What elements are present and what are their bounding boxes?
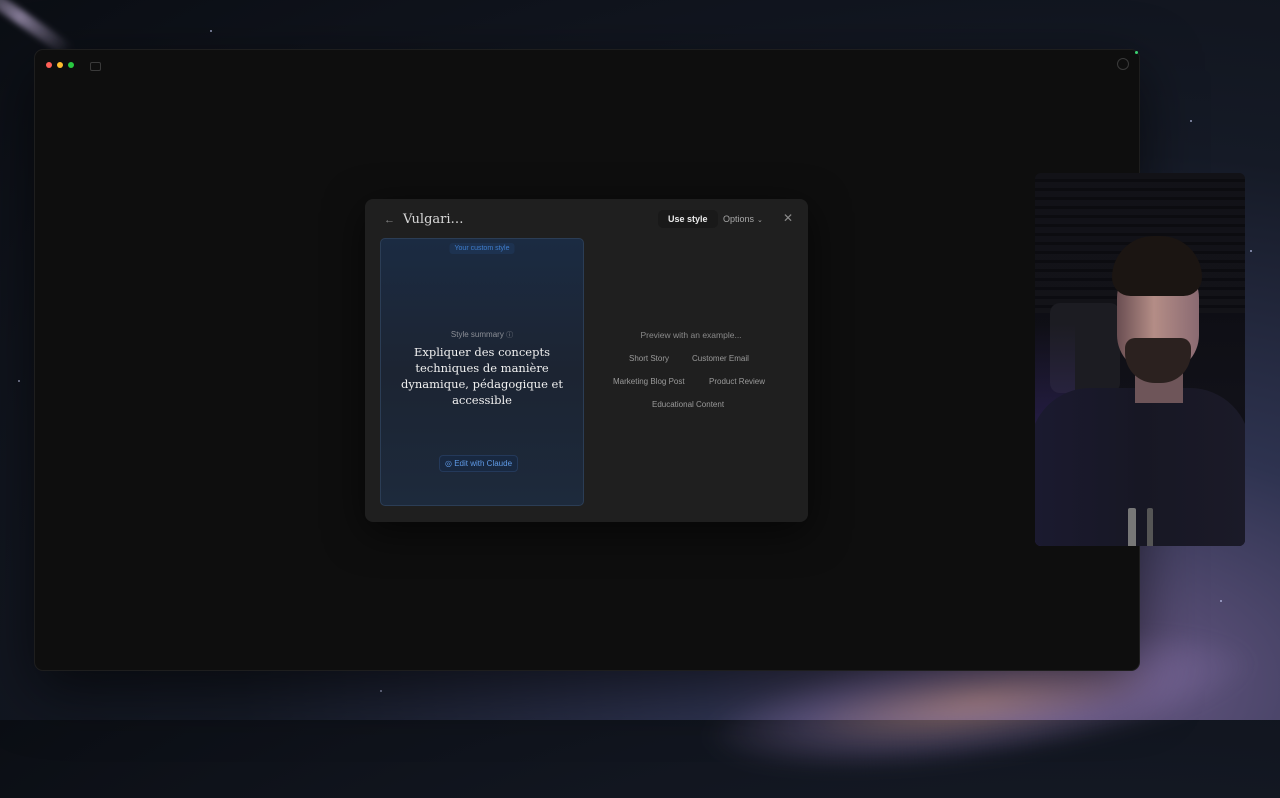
maximize-window-button[interactable] <box>68 62 74 68</box>
example-educational-content[interactable]: Educational Content <box>652 400 724 409</box>
back-arrow-icon[interactable]: ← <box>384 214 395 226</box>
account-icon[interactable] <box>1117 58 1129 70</box>
use-style-button[interactable]: Use style <box>658 210 718 228</box>
example-marketing-blog-post[interactable]: Marketing Blog Post <box>613 377 685 386</box>
preview-label: Preview with an example... <box>640 330 742 340</box>
edit-with-claude-label: Edit with Claude <box>454 459 513 468</box>
webcam-overlay <box>1035 173 1245 546</box>
minimize-window-button[interactable] <box>57 62 63 68</box>
custom-style-badge: Your custom style <box>449 243 515 254</box>
edit-with-claude-button[interactable]: ◎ Edit with Claude <box>439 455 519 472</box>
close-window-button[interactable] <box>46 62 52 68</box>
close-icon[interactable]: ✕ <box>783 211 793 225</box>
light-streak <box>0 0 74 58</box>
edit-icon: ◎ <box>445 459 452 468</box>
example-customer-email[interactable]: Customer Email <box>692 354 749 363</box>
example-short-story[interactable]: Short Story <box>629 354 669 363</box>
style-modal: ← Vulgari… Use style Options ⌄ ✕ Your cus… <box>365 199 808 522</box>
example-product-review[interactable]: Product Review <box>709 377 765 386</box>
status-indicator <box>1135 51 1138 54</box>
options-dropdown[interactable]: Options ⌄ <box>723 214 763 224</box>
traffic-lights <box>46 62 74 68</box>
style-summary-label: Style summary ⓘ <box>381 330 583 340</box>
modal-title: Vulgari… <box>403 212 464 227</box>
app-window: ← Vulgari… Use style Options ⌄ ✕ Your cus… <box>35 50 1139 670</box>
style-summary: Expliquer des concepts techniques de man… <box>401 345 563 407</box>
options-label: Options <box>723 214 755 224</box>
sidebar-toggle-icon[interactable] <box>90 62 101 71</box>
microphone <box>1128 508 1136 546</box>
style-card: Your custom style Style summary ⓘ Expliq… <box>380 238 584 506</box>
style-summary-text-label: Style summary <box>450 330 504 339</box>
info-icon[interactable]: ⓘ <box>506 332 513 339</box>
chevron-down-icon: ⌄ <box>757 217 763 224</box>
